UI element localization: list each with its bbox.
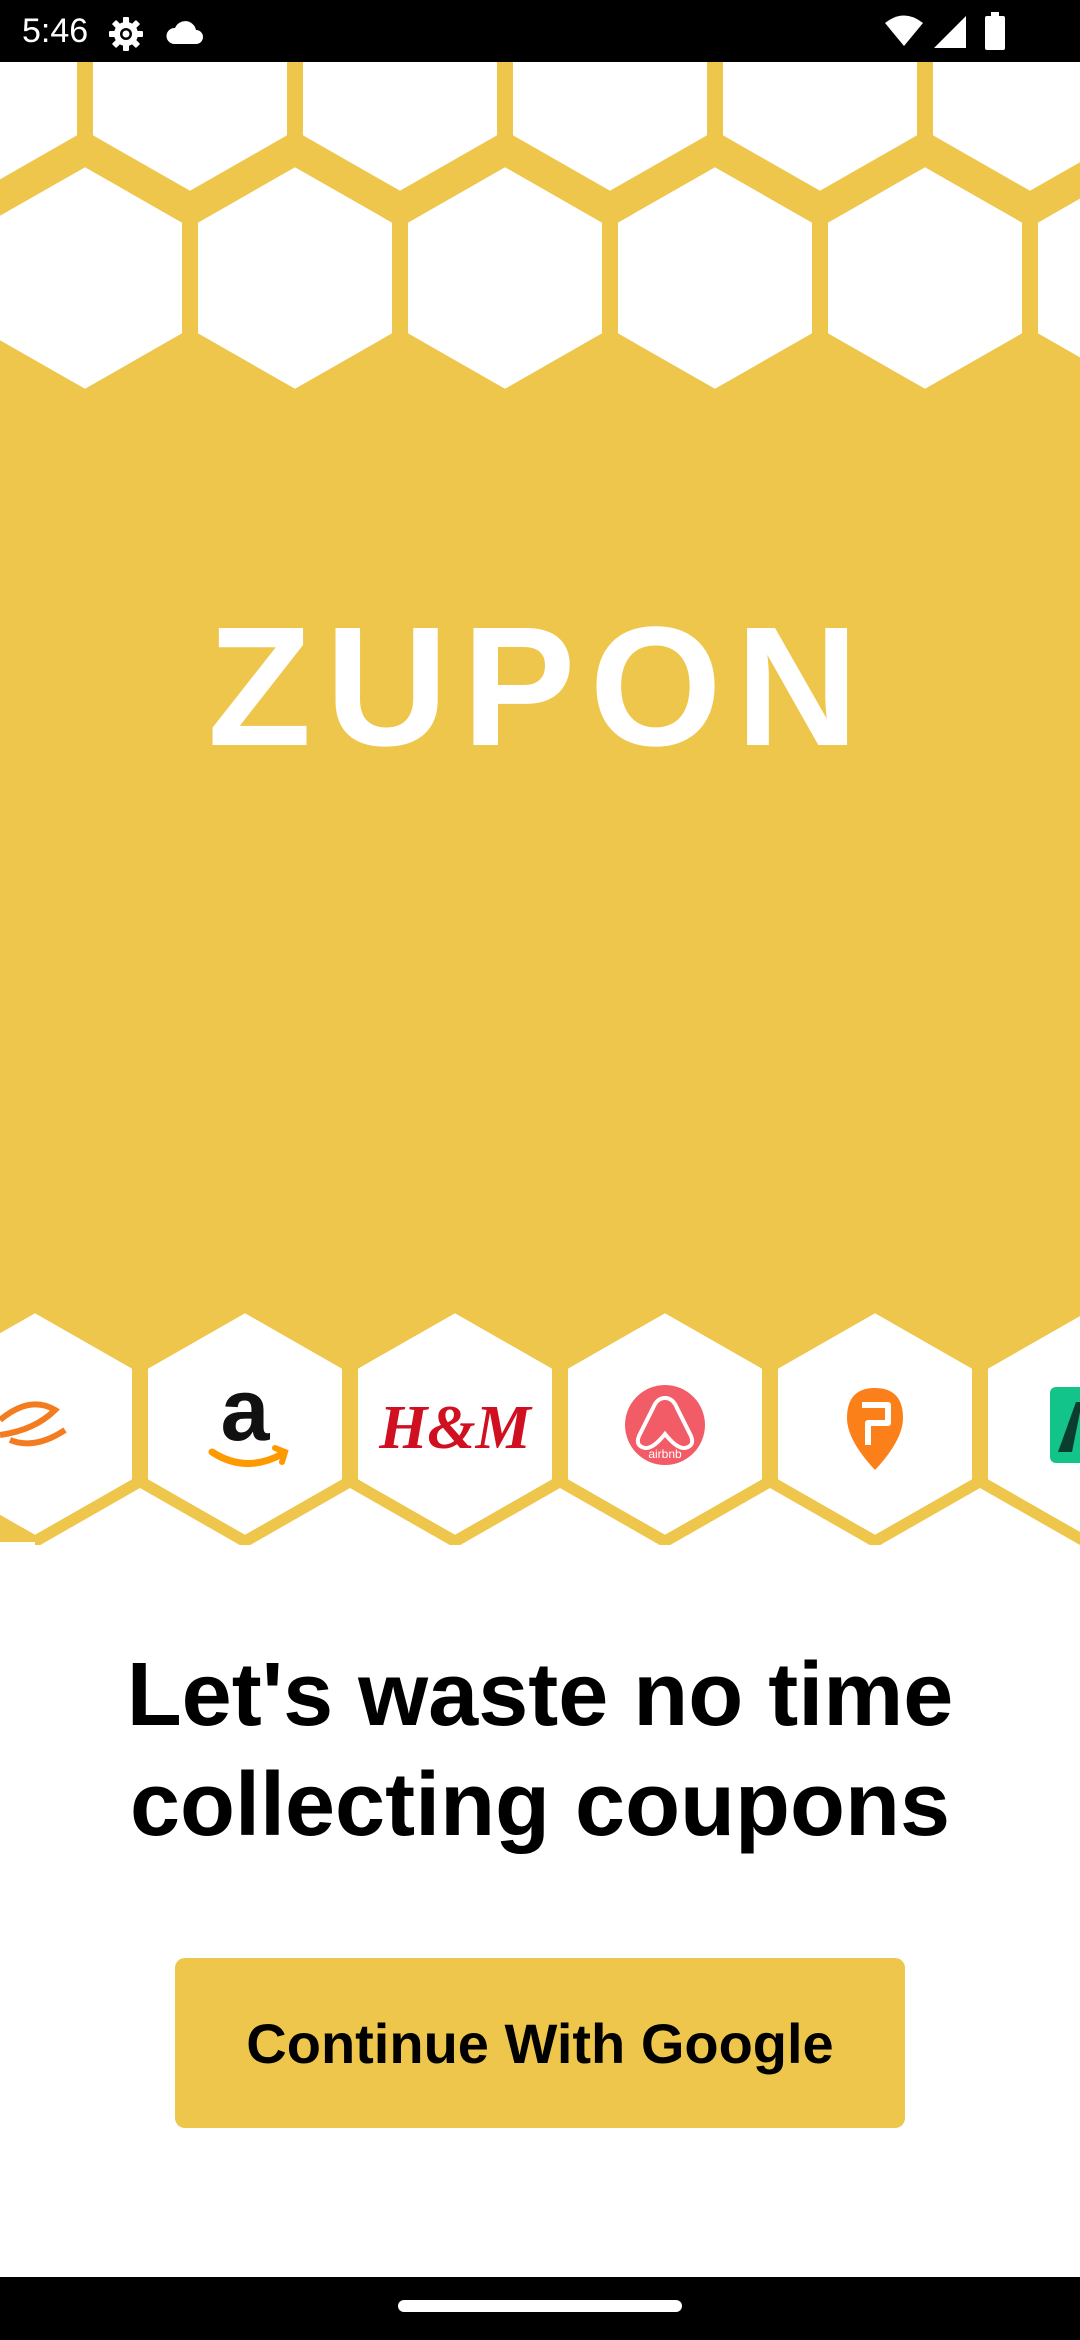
status-time: 5:46 — [22, 12, 89, 50]
settings-icon — [109, 17, 143, 51]
honeycomb-background: a H&M airbnb — [0, 62, 1080, 1557]
svg-text:a: a — [221, 1360, 271, 1459]
app-title: ZUPON — [207, 592, 873, 782]
cloud-icon — [166, 21, 203, 44]
green-brand-logo — [1050, 1387, 1080, 1463]
tagline-line-2: collecting coupons — [129, 1755, 951, 1855]
home-indicator[interactable] — [398, 2300, 682, 2312]
signal-icon — [934, 16, 966, 48]
tagline-line-1: Let's waste no time — [126, 1645, 954, 1745]
hero-banner: a H&M airbnb ZUPON — [0, 62, 1080, 1557]
hm-logo: H&M — [378, 1394, 532, 1462]
svg-text:airbnb: airbnb — [648, 1447, 682, 1461]
airbnb-logo: airbnb — [625, 1385, 705, 1465]
continue-with-google-label: Continue With Google — [246, 2011, 834, 2075]
wifi-icon — [885, 15, 923, 46]
battery-icon — [985, 12, 1005, 50]
tagline: Let's waste no time collecting coupons — [60, 1640, 1020, 1860]
status-bar: 5:46 — [0, 0, 1080, 62]
continue-with-google-button[interactable]: Continue With Google — [175, 1958, 905, 2128]
